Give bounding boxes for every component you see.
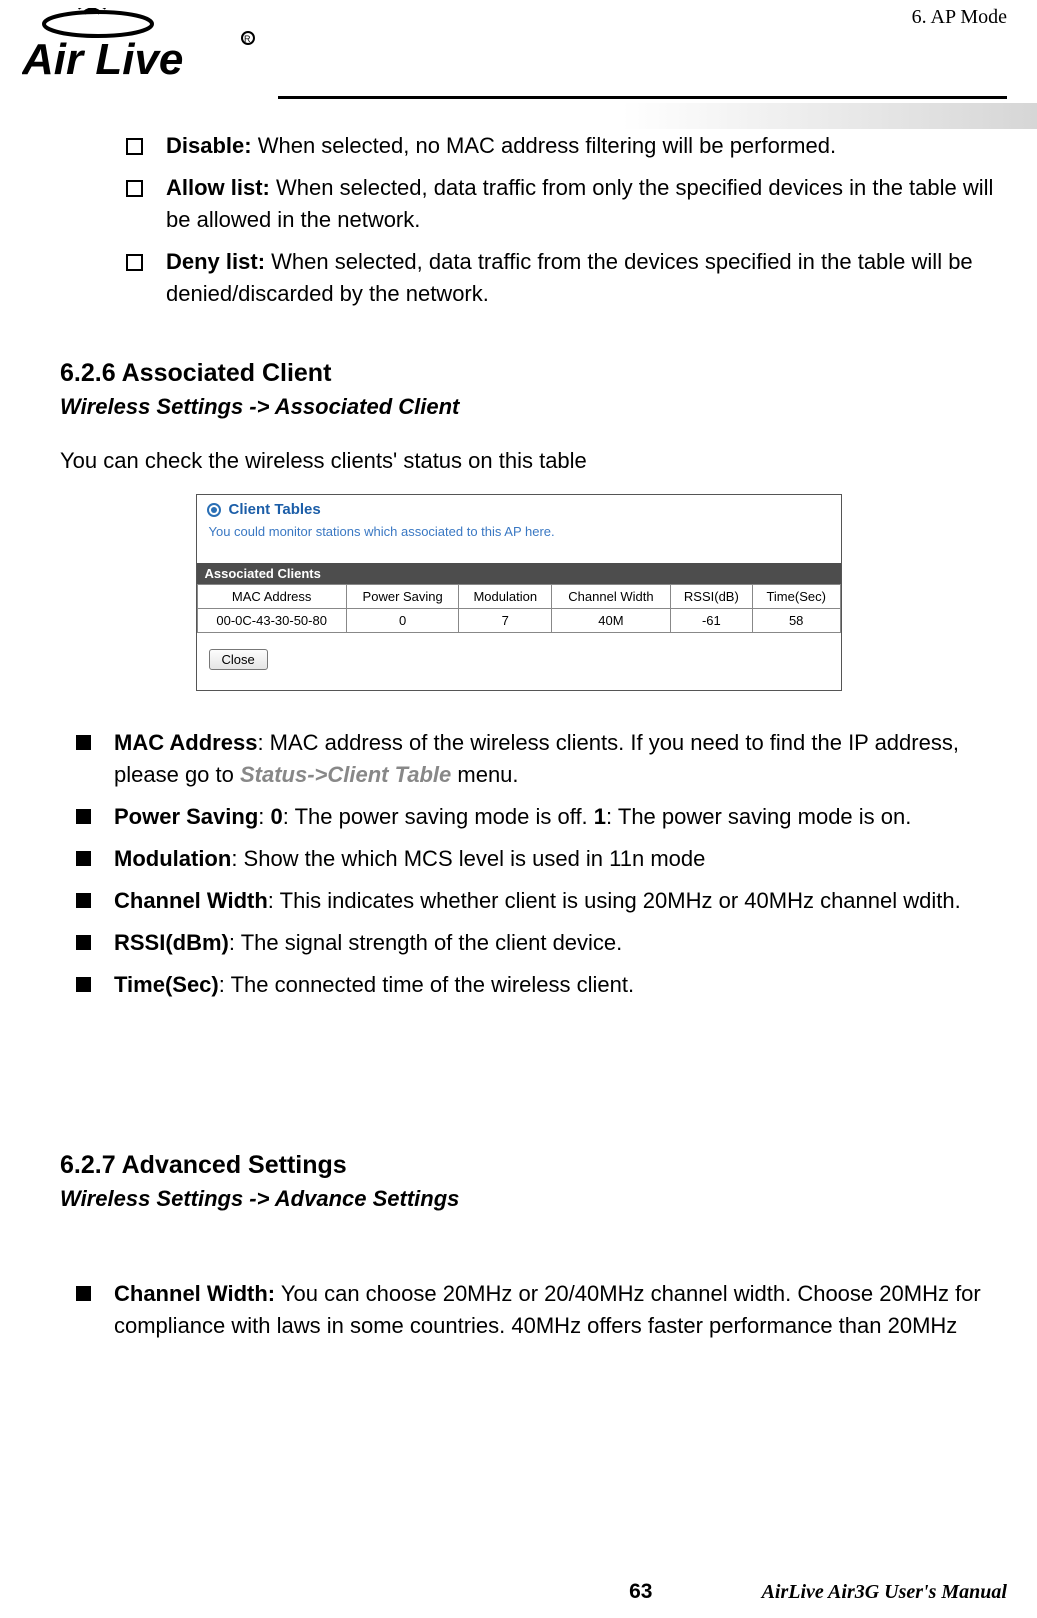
option-disable: Disable: When selected, no MAC address f…: [126, 130, 997, 162]
col-mod: Modulation: [459, 585, 552, 609]
svg-text:R: R: [244, 34, 251, 44]
page-footer: 63 AirLive Air3G User's Manual: [0, 1580, 1037, 1604]
val1: 1: [594, 804, 606, 829]
intro-626: You can check the wireless clients' stat…: [60, 448, 1007, 474]
t1: : The power saving mode is on.: [606, 804, 911, 829]
breadcrumb-627: Wireless Settings -> Advance Settings: [60, 1186, 1007, 1212]
page-header: 6. AP Mode Air Live R: [0, 0, 1037, 130]
cell-power: 0: [346, 609, 459, 633]
col-cw: Channel Width: [552, 585, 671, 609]
menu-path: Status->Client Table: [240, 762, 451, 787]
param-label: Channel Width: [114, 888, 268, 913]
header-divider: [0, 96, 1037, 129]
footer-manual-title: AirLive Air3G User's Manual: [762, 1581, 1007, 1604]
param-text: : Show the which MCS level is used in 11…: [231, 846, 705, 871]
param-label: Modulation: [114, 846, 231, 871]
param-label: MAC Address: [114, 730, 257, 755]
param-mac: MAC Address: MAC address of the wireless…: [76, 727, 997, 791]
param-text: : This indicates whether client is using…: [268, 888, 961, 913]
heading-626: 6.2.6 Associated Client: [60, 359, 1007, 388]
associated-client-params: MAC Address: MAC address of the wireless…: [76, 727, 997, 1000]
cell-cw: 40M: [552, 609, 671, 633]
radio-icon: [207, 503, 221, 517]
param-cw: Channel Width: This indicates whether cl…: [76, 885, 997, 917]
option-deny: Deny list: When selected, data traffic f…: [126, 246, 997, 310]
option-text: When selected, data traffic from the dev…: [166, 249, 973, 306]
param-rssi: RSSI(dBm): The signal strength of the cl…: [76, 927, 997, 959]
cell-rssi: -61: [670, 609, 752, 633]
param-channel-width: Channel Width: You can choose 20MHz or 2…: [76, 1278, 997, 1342]
param-label: RSSI(dBm): [114, 930, 229, 955]
sep: :: [258, 804, 270, 829]
advanced-settings-params: Channel Width: You can choose 20MHz or 2…: [76, 1278, 997, 1342]
breadcrumb-626: Wireless Settings -> Associated Client: [60, 394, 1007, 420]
param-label: Time(Sec): [114, 972, 219, 997]
param-text: : The connected time of the wireless cli…: [219, 972, 634, 997]
param-power: Power Saving: 0: The power saving mode i…: [76, 801, 997, 833]
chapter-label: 6. AP Mode: [912, 6, 1007, 29]
ss-subheader: Associated Clients: [197, 563, 841, 584]
col-power: Power Saving: [346, 585, 459, 609]
airlive-logo: Air Live R: [22, 8, 262, 99]
associated-clients-table: MAC Address Power Saving Modulation Chan…: [197, 584, 841, 633]
param-mod: Modulation: Show the which MCS level is …: [76, 843, 997, 875]
table-row: 00-0C-43-30-50-80 0 7 40M -61 58: [197, 609, 840, 633]
option-text: When selected, no MAC address filtering …: [252, 133, 836, 158]
col-mac: MAC Address: [197, 585, 346, 609]
mac-filter-options-list: Disable: When selected, no MAC address f…: [126, 130, 997, 309]
heading-627: 6.2.7 Advanced Settings: [60, 1151, 1007, 1180]
svg-text:Air Live: Air Live: [22, 35, 183, 84]
val0: 0: [271, 804, 283, 829]
param-text: : The signal strength of the client devi…: [229, 930, 622, 955]
param-label: Power Saving: [114, 804, 258, 829]
option-label: Allow list:: [166, 175, 270, 200]
option-label: Deny list:: [166, 249, 265, 274]
t0: : The power saving mode is off.: [283, 804, 594, 829]
col-rssi: RSSI(dB): [670, 585, 752, 609]
cell-time: 58: [752, 609, 840, 633]
col-time: Time(Sec): [752, 585, 840, 609]
close-button[interactable]: Close: [209, 649, 268, 670]
ss-title: Client Tables: [229, 501, 321, 518]
client-tables-screenshot: Client Tables You could monitor stations…: [30, 494, 1007, 691]
option-allow: Allow list: When selected, data traffic …: [126, 172, 997, 236]
cell-mod: 7: [459, 609, 552, 633]
cell-mac: 00-0C-43-30-50-80: [197, 609, 346, 633]
param-tail: menu.: [451, 762, 518, 787]
table-header-row: MAC Address Power Saving Modulation Chan…: [197, 585, 840, 609]
param-label: Channel Width:: [114, 1281, 275, 1306]
option-text: When selected, data traffic from only th…: [166, 175, 993, 232]
param-time: Time(Sec): The connected time of the wir…: [76, 969, 997, 1001]
page-number: 63: [629, 1580, 652, 1604]
option-label: Disable:: [166, 133, 252, 158]
ss-description: You could monitor stations which associa…: [197, 520, 841, 563]
